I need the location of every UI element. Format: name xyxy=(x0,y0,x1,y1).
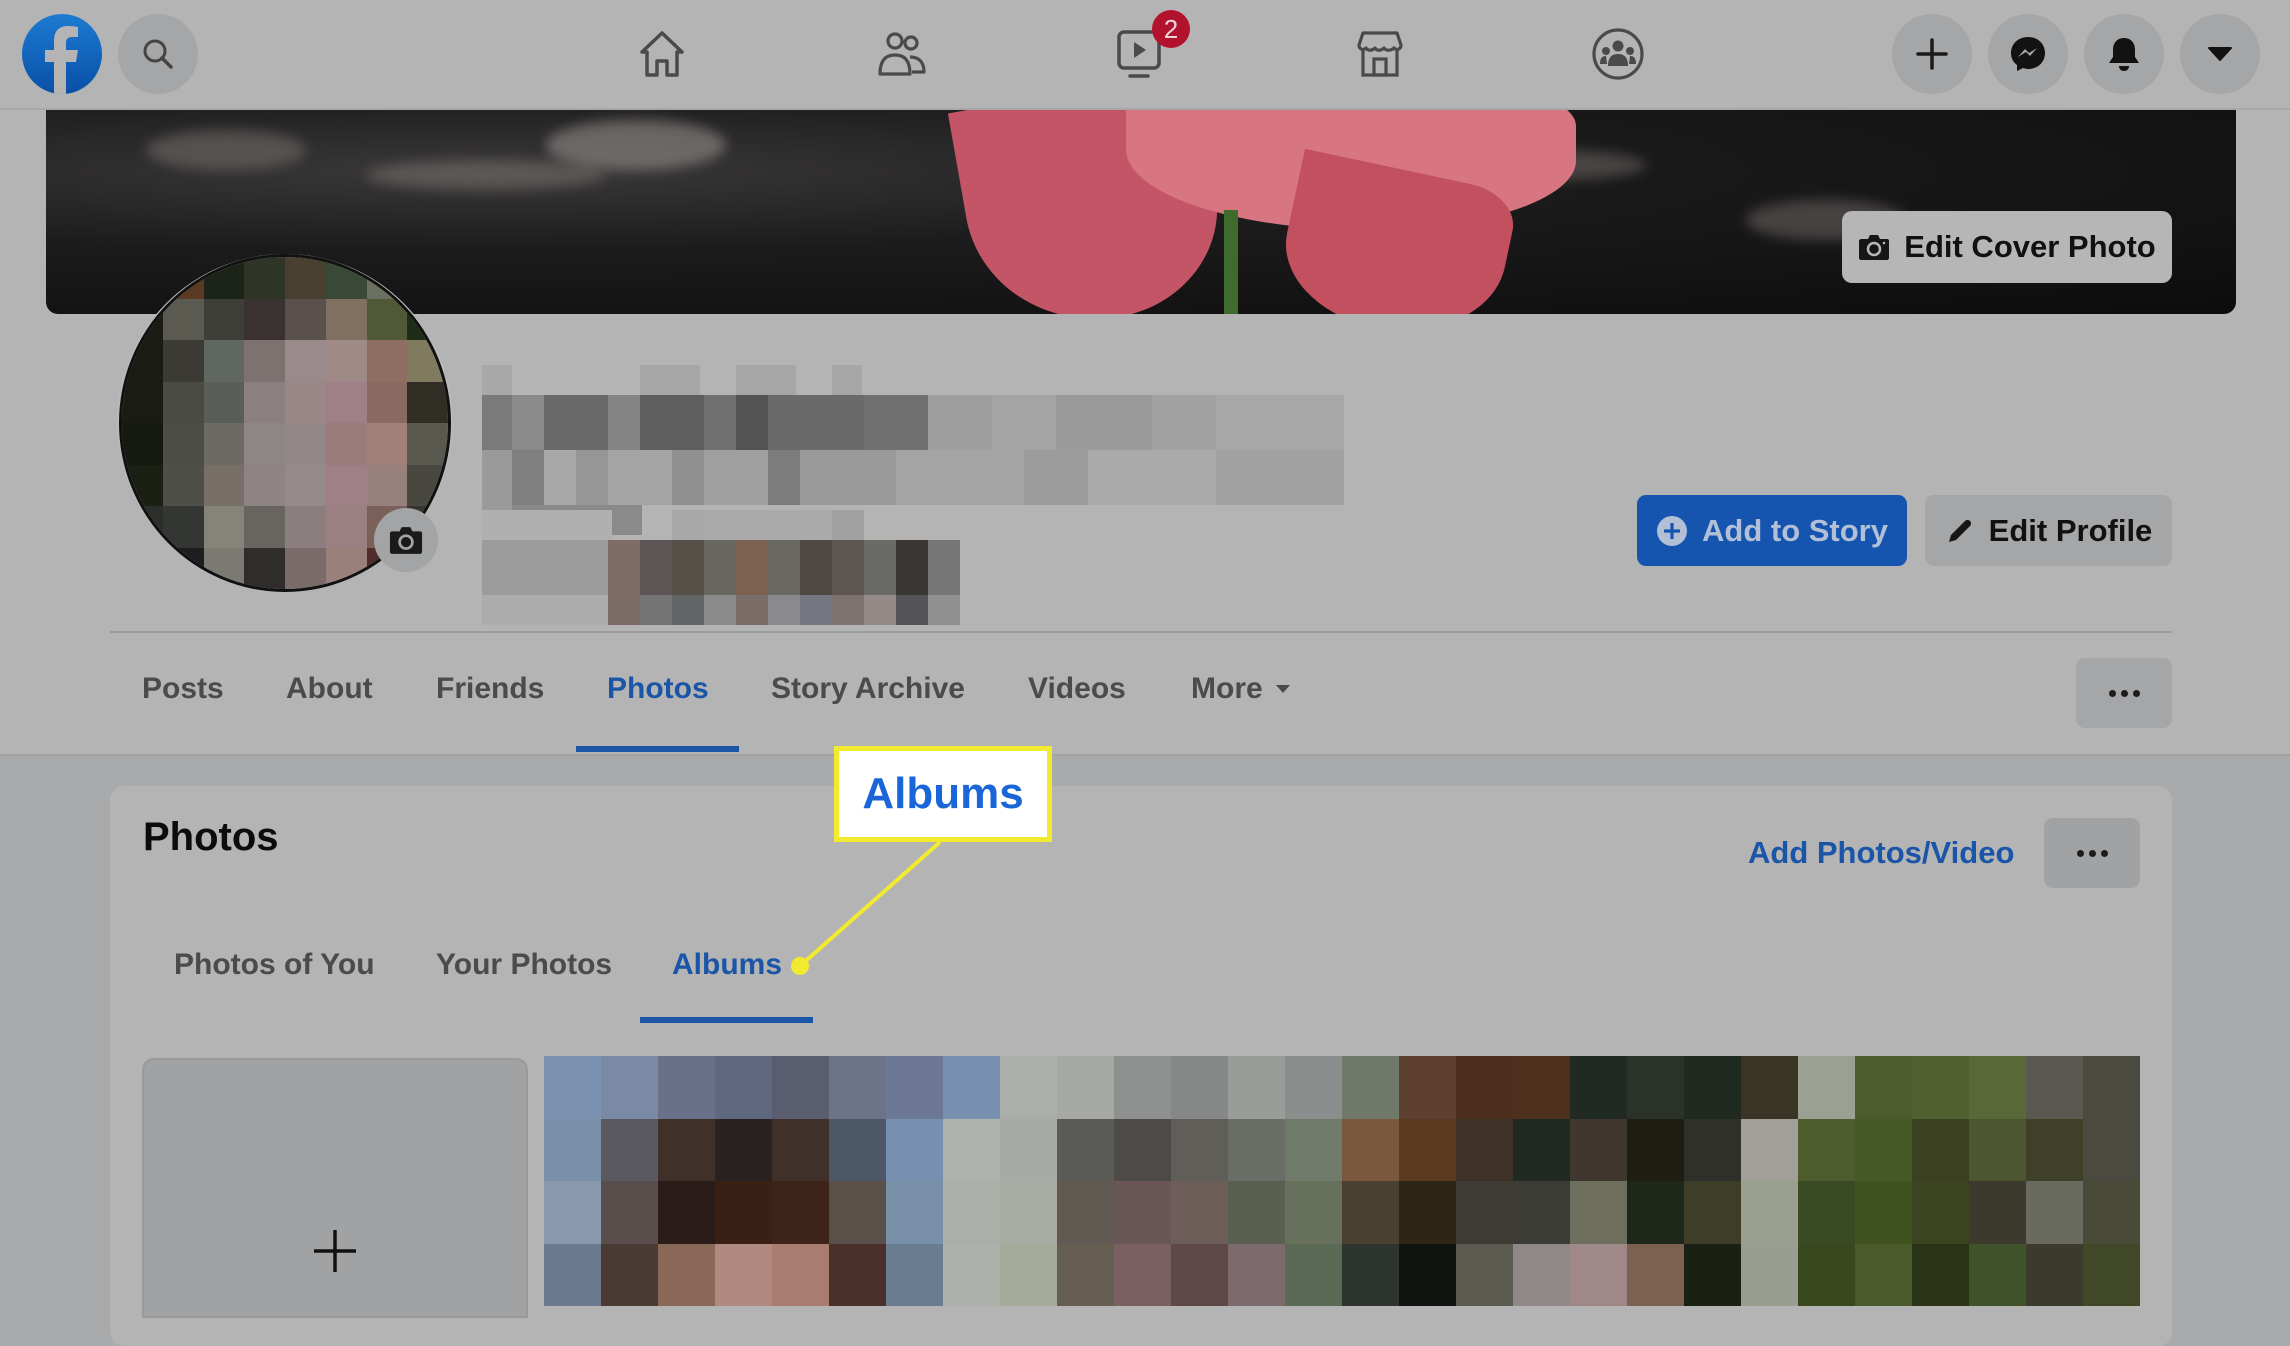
plus-icon xyxy=(314,1230,356,1272)
camera-icon xyxy=(1859,235,1890,260)
photos-more-options-button[interactable] xyxy=(2044,818,2140,888)
friends-icon[interactable] xyxy=(872,24,932,84)
home-icon[interactable] xyxy=(632,24,692,84)
tab-more[interactable]: More xyxy=(1191,672,1291,706)
edit-profile-label: Edit Profile xyxy=(1988,512,2153,548)
marketplace-icon[interactable] xyxy=(1350,24,1410,84)
notifications-button[interactable] xyxy=(2084,14,2164,94)
edit-profile-button[interactable]: Edit Profile xyxy=(1925,495,2172,566)
tab-about[interactable]: About xyxy=(286,672,373,706)
update-profile-picture-button[interactable] xyxy=(374,508,438,572)
more-dots-icon xyxy=(2108,689,2140,697)
tab-friends[interactable]: Friends xyxy=(436,672,544,706)
plus-circle-icon xyxy=(1657,515,1687,546)
caret-down-icon xyxy=(1275,685,1290,693)
create-album-tile[interactable] xyxy=(142,1058,528,1318)
add-to-story-button[interactable]: Add to Story xyxy=(1637,495,1907,566)
add-photos-video-link[interactable]: Add Photos/Video xyxy=(1748,835,2014,871)
tab-story-archive[interactable]: Story Archive xyxy=(771,672,965,706)
subtab-photos-of-you[interactable]: Photos of You xyxy=(174,948,375,982)
profile-more-options-button[interactable] xyxy=(2076,658,2172,728)
camera-icon xyxy=(389,527,423,554)
plus-icon xyxy=(1916,38,1948,70)
search-icon xyxy=(143,39,173,69)
groups-icon[interactable] xyxy=(1588,24,1648,84)
notification-badge: 2 xyxy=(1152,10,1190,48)
messenger-icon xyxy=(2011,37,2045,71)
messenger-button[interactable] xyxy=(1988,14,2068,94)
tab-videos[interactable]: Videos xyxy=(1028,672,1126,706)
top-navigation-bar: 2 xyxy=(0,0,2290,110)
active-tab-indicator xyxy=(576,746,739,752)
bell-icon xyxy=(2109,38,2139,71)
tab-photos[interactable]: Photos xyxy=(607,672,709,706)
search-button[interactable] xyxy=(118,14,198,94)
tab-more-label: More xyxy=(1191,672,1263,705)
subtab-albums[interactable]: Albums xyxy=(672,948,782,982)
edit-cover-photo-label: Edit Cover Photo xyxy=(1904,229,2156,264)
albums-callout: Albums xyxy=(834,746,1052,842)
profile-name-redacted xyxy=(482,365,1344,625)
pencil-icon xyxy=(1948,519,1971,542)
account-menu-button[interactable] xyxy=(2180,14,2260,94)
facebook-logo[interactable] xyxy=(22,14,102,94)
active-subtab-indicator xyxy=(640,1017,813,1023)
subtab-your-photos[interactable]: Your Photos xyxy=(436,948,612,982)
more-dots-icon xyxy=(2076,849,2108,857)
create-button[interactable] xyxy=(1892,14,1972,94)
photos-card-title: Photos xyxy=(143,815,279,859)
tab-posts[interactable]: Posts xyxy=(142,672,224,706)
add-to-story-label: Add to Story xyxy=(1702,512,1888,548)
caret-down-icon xyxy=(2208,47,2232,61)
album-thumbnails-redacted[interactable] xyxy=(544,1056,2140,1306)
header-divider xyxy=(110,631,2172,633)
edit-cover-photo-button[interactable]: Edit Cover Photo xyxy=(1842,211,2172,283)
